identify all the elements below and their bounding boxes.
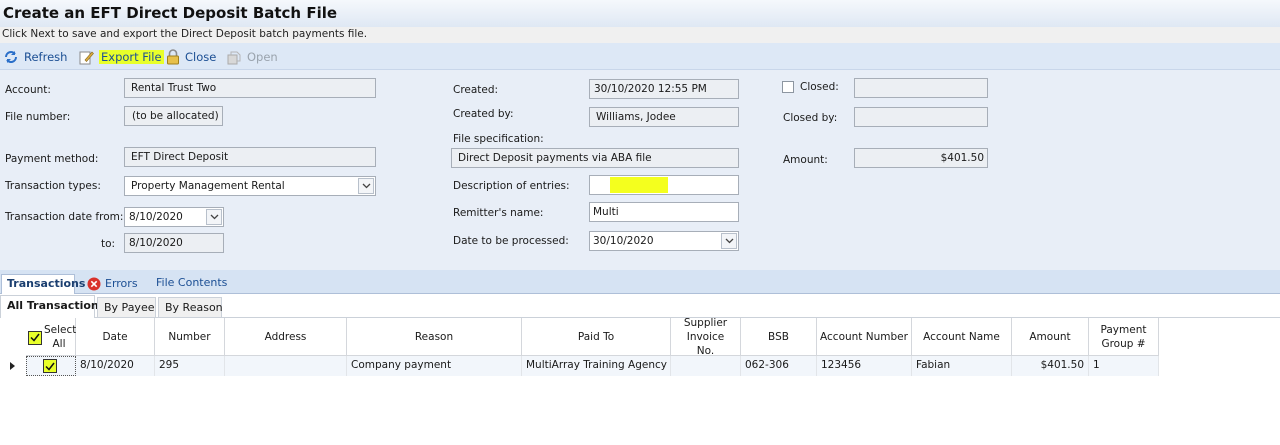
created-label: Created: bbox=[453, 84, 499, 96]
account-field: Rental Trust Two bbox=[124, 78, 376, 98]
cell-supplier-invoice[interactable] bbox=[671, 356, 741, 376]
table-row-select-cell[interactable] bbox=[26, 356, 76, 376]
cell-amount[interactable]: $401.50 bbox=[1012, 356, 1089, 376]
amount-label: Amount: bbox=[783, 154, 828, 166]
checkmark-icon bbox=[45, 362, 55, 371]
tab-file-contents[interactable]: File Contents bbox=[151, 274, 232, 294]
closed-field bbox=[854, 78, 988, 98]
cell-reason[interactable]: Company payment bbox=[347, 356, 522, 376]
subtab-by-payee[interactable]: By Payee bbox=[97, 297, 156, 318]
column-header-bsb[interactable]: BSB bbox=[741, 318, 817, 356]
created-by-field: Williams, Jodee bbox=[589, 107, 739, 127]
cell-payment-group[interactable]: 1 bbox=[1089, 356, 1159, 376]
column-header-address[interactable]: Address bbox=[225, 318, 347, 356]
closed-by-field bbox=[854, 107, 988, 127]
remitter-label: Remitter's name: bbox=[453, 207, 544, 219]
account-label: Account: bbox=[5, 84, 51, 96]
chevron-down-icon[interactable] bbox=[721, 233, 737, 249]
payment-method-field: EFT Direct Deposit bbox=[124, 147, 376, 167]
file-specification-label: File specification: bbox=[453, 133, 544, 145]
date-from-picker[interactable]: 8/10/2020 bbox=[124, 207, 224, 227]
transaction-types-value: Property Management Rental bbox=[131, 180, 285, 192]
remitter-input[interactable]: Multi bbox=[589, 202, 739, 222]
created-field: 30/10/2020 12:55 PM bbox=[589, 79, 739, 99]
select-all-header[interactable]: Select All bbox=[26, 318, 76, 356]
toolbar: Refresh Export File Close Open bbox=[0, 43, 1280, 70]
chevron-down-icon[interactable] bbox=[206, 209, 222, 225]
date-from-label: Transaction date from: bbox=[5, 211, 124, 223]
refresh-icon bbox=[5, 50, 17, 63]
refresh-button[interactable]: Refresh bbox=[3, 48, 67, 65]
created-by-label: Created by: bbox=[453, 108, 514, 120]
export-file-label: Export File bbox=[99, 49, 164, 64]
batch-details-form: Account: Rental Trust Two File number: (… bbox=[0, 70, 1280, 270]
date-processed-label: Date to be processed: bbox=[453, 235, 569, 247]
column-header-account-name[interactable]: Account Name bbox=[912, 318, 1012, 356]
cell-paid-to[interactable]: MultiArray Training Agency bbox=[522, 356, 671, 376]
column-header-payment-group[interactable]: Payment Group # bbox=[1089, 318, 1159, 356]
chevron-down-icon[interactable] bbox=[358, 178, 374, 194]
title-bar: Create an EFT Direct Deposit Batch File bbox=[0, 0, 1280, 27]
select-all-checkbox[interactable] bbox=[28, 330, 42, 345]
instruction-text: Click Next to save and export the Direct… bbox=[0, 27, 1280, 43]
subtab-all-transactions[interactable]: All Transactions bbox=[0, 295, 105, 318]
open-label: Open bbox=[247, 49, 278, 64]
close-label: Close bbox=[185, 49, 217, 64]
file-number-field: (to be allocated) bbox=[124, 106, 223, 126]
file-specification-field: Direct Deposit payments via ABA file bbox=[451, 148, 739, 168]
refresh-label: Refresh bbox=[24, 49, 68, 64]
cell-account-name[interactable]: Fabian bbox=[912, 356, 1012, 376]
cell-number[interactable]: 295 bbox=[155, 356, 225, 376]
transactions-grid: Select All Date Number Address Reason Pa… bbox=[26, 317, 1159, 378]
checkmark-icon bbox=[30, 333, 40, 342]
main-tab-strip: Transactions Errors File Contents bbox=[0, 270, 1280, 294]
column-header-amount[interactable]: Amount bbox=[1012, 318, 1089, 356]
date-from-value: 8/10/2020 bbox=[129, 211, 183, 223]
column-header-supplier-invoice[interactable]: Supplier Invoice No. bbox=[671, 317, 741, 357]
tab-errors-label: Errors bbox=[105, 277, 138, 290]
closed-by-label: Closed by: bbox=[783, 112, 838, 124]
lock-icon bbox=[167, 48, 179, 64]
payment-method-label: Payment method: bbox=[5, 153, 99, 165]
column-header-number[interactable]: Number bbox=[155, 318, 225, 356]
date-to-label: to: bbox=[101, 238, 116, 250]
date-to-field: 8/10/2020 bbox=[124, 233, 224, 253]
close-button[interactable]: Close bbox=[166, 48, 216, 65]
row-indicator-icon bbox=[10, 362, 15, 370]
error-icon bbox=[87, 277, 101, 291]
transaction-types-select[interactable]: Property Management Rental bbox=[124, 176, 376, 196]
closed-label: Closed: bbox=[800, 81, 839, 93]
open-icon bbox=[227, 51, 241, 64]
tab-errors[interactable]: Errors bbox=[82, 274, 143, 294]
file-number-label: File number: bbox=[5, 111, 71, 123]
sub-tab-strip: All Transactions By Payee By Reason bbox=[0, 295, 1280, 318]
date-processed-picker[interactable]: 30/10/2020 bbox=[589, 231, 739, 251]
row-select-checkbox[interactable] bbox=[43, 359, 57, 373]
column-header-reason[interactable]: Reason bbox=[347, 318, 522, 356]
column-header-date[interactable]: Date bbox=[76, 318, 155, 356]
cell-bsb[interactable]: 062-306 bbox=[741, 356, 817, 376]
amount-field: $401.50 bbox=[854, 148, 988, 168]
tab-transactions[interactable]: Transactions bbox=[1, 274, 85, 294]
redaction-highlight bbox=[610, 177, 668, 193]
subtab-by-reason[interactable]: By Reason bbox=[158, 297, 223, 318]
cell-address[interactable] bbox=[225, 356, 347, 376]
column-header-paid-to[interactable]: Paid To bbox=[522, 318, 671, 356]
date-processed-value: 30/10/2020 bbox=[593, 235, 654, 247]
closed-checkbox[interactable] bbox=[782, 81, 794, 93]
description-input[interactable] bbox=[589, 175, 739, 195]
export-file-button[interactable]: Export File bbox=[79, 48, 164, 65]
cell-date[interactable]: 8/10/2020 bbox=[76, 356, 155, 376]
description-label: Description of entries: bbox=[453, 180, 570, 192]
open-button[interactable]: Open bbox=[226, 48, 278, 65]
export-file-icon bbox=[79, 51, 94, 64]
cell-account-number[interactable]: 123456 bbox=[817, 356, 912, 376]
transaction-types-label: Transaction types: bbox=[5, 180, 101, 192]
column-header-account-number[interactable]: Account Number bbox=[817, 318, 912, 356]
select-all-label: Select All bbox=[44, 323, 77, 350]
page-title: Create an EFT Direct Deposit Batch File bbox=[3, 4, 338, 22]
